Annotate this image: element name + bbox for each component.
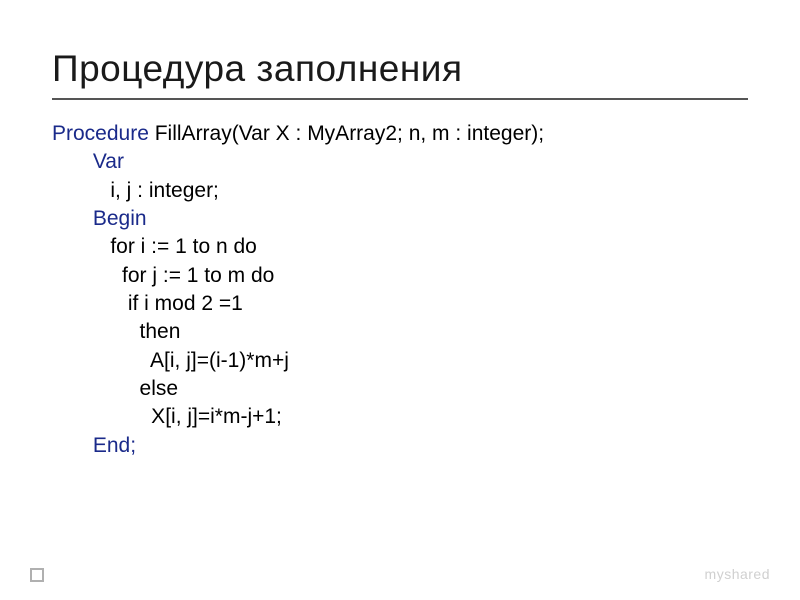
title-underline <box>52 98 748 100</box>
keyword-var: Var <box>52 150 124 173</box>
footer-brand: myshared <box>705 566 770 582</box>
code-line-1-rest: FillArray(Var X : MyArray2; n, m : integ… <box>155 122 544 145</box>
slide: Процедура заполнения Procedure FillArray… <box>0 0 800 600</box>
code-block: Procedure FillArray(Var X : MyArray2; n,… <box>52 120 748 460</box>
keyword-end: End; <box>52 434 136 457</box>
code-line-5: for i := 1 to n do <box>52 235 257 258</box>
code-line-8: then <box>52 320 180 343</box>
keyword-begin: Begin <box>52 207 147 230</box>
code-line-6: for j := 1 to m do <box>52 264 274 287</box>
code-line-11: X[i, j]=i*m-j+1; <box>52 405 282 428</box>
slide-title: Процедура заполнения <box>52 48 748 90</box>
footer-square-icon <box>30 568 44 582</box>
code-line-7: if i mod 2 =1 <box>52 292 243 315</box>
code-line-10: else <box>52 377 178 400</box>
code-line-3: i, j : integer; <box>52 179 219 202</box>
code-line-9: A[i, j]=(i-1)*m+j <box>52 349 289 372</box>
keyword-procedure: Procedure <box>52 122 155 145</box>
